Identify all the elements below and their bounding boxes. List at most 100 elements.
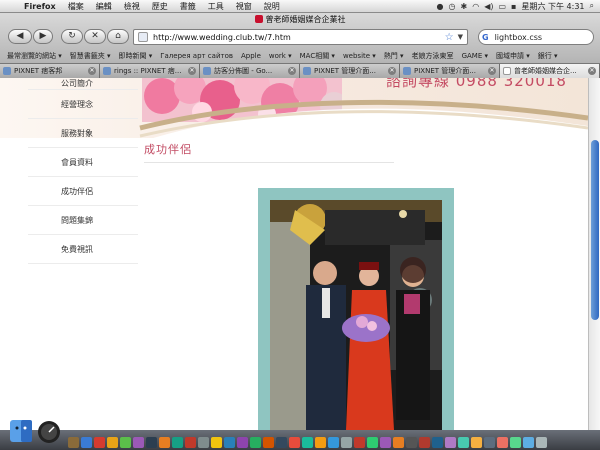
tab-pixnet[interactable]: PIXNET 痞客邦 ✕ — [0, 64, 100, 78]
url-dropdown-icon[interactable]: ▼ — [458, 33, 463, 41]
nav-members[interactable]: 會員資料 — [28, 148, 138, 177]
dock-app-icon[interactable] — [484, 437, 495, 448]
status-icon[interactable]: ● — [437, 2, 444, 11]
home-button[interactable]: ⌂ — [107, 29, 129, 44]
menu-window[interactable]: 視窗 — [230, 0, 258, 13]
tab-close-icon[interactable]: ✕ — [588, 67, 596, 75]
bookmark-item[interactable]: website ▾ — [339, 52, 380, 60]
menu-app-firefox[interactable]: Firefox — [18, 0, 62, 13]
flag-icon[interactable]: ▪ — [511, 2, 516, 11]
bookmark-item[interactable]: 智慧書籤夾 ▾ — [66, 51, 115, 61]
search-engine-google-icon[interactable]: G — [482, 33, 489, 42]
dock-app-icon[interactable] — [302, 437, 313, 448]
bookmark-item[interactable]: 銀行 ▾ — [534, 51, 562, 61]
nav-faq[interactable]: 問題集錦 — [28, 206, 138, 235]
search-bar[interactable]: G lightbox.css — [478, 29, 594, 45]
nav-free-video[interactable]: 免費視訊 — [28, 235, 138, 264]
dashboard-icon[interactable] — [38, 416, 60, 444]
bookmark-item[interactable]: Apple — [237, 52, 265, 60]
bluetooth-icon[interactable]: ✱ — [461, 2, 468, 11]
tab-pixnet-admin-2[interactable]: PIXNET 管理介面... ✕ — [400, 64, 500, 78]
dock-app-icon[interactable] — [211, 437, 222, 448]
nav-about[interactable]: 公司簡介 — [28, 78, 138, 90]
tab-visitor-map[interactable]: 訪客分佈圖 - Go... ✕ — [200, 64, 300, 78]
dock-app-icon[interactable] — [107, 437, 118, 448]
menu-help[interactable]: 說明 — [258, 0, 286, 13]
dock-app-icon[interactable] — [263, 437, 274, 448]
bookmark-item[interactable]: 老娘方泳東室 — [408, 51, 458, 61]
dock-app-icon[interactable] — [276, 437, 287, 448]
nav-success-couples[interactable]: 成功伴侶 — [28, 177, 138, 206]
nav-philosophy[interactable]: 經營理念 — [28, 90, 138, 119]
dock-app-icon[interactable] — [458, 437, 469, 448]
dock-app-icon[interactable] — [68, 437, 79, 448]
bookmark-item[interactable]: 國域申請 ▾ — [492, 51, 534, 61]
tab-close-icon[interactable]: ✕ — [488, 67, 496, 75]
tab-close-icon[interactable]: ✕ — [288, 67, 296, 75]
scrollbar-thumb[interactable] — [591, 140, 599, 320]
tab-pixnet-admin[interactable]: PIXNET 管理介面... ✕ — [300, 64, 400, 78]
menu-view[interactable]: 檢視 — [118, 0, 146, 13]
bookmark-star-icon[interactable]: ☆ — [445, 32, 454, 43]
vertical-scrollbar[interactable] — [588, 78, 600, 430]
dock-app-icon[interactable] — [198, 437, 209, 448]
couple-photo[interactable] — [270, 200, 442, 430]
forward-button[interactable]: ▶ — [33, 29, 53, 44]
tab-close-icon[interactable]: ✕ — [88, 67, 96, 75]
tab-wedding-club[interactable]: 曾老師婚姻媒合企... ✕ — [500, 64, 600, 78]
volume-icon[interactable]: ◀) — [484, 2, 493, 11]
time-machine-icon[interactable]: ◷ — [449, 2, 456, 11]
search-query[interactable]: lightbox.css — [495, 33, 542, 42]
bookmark-item[interactable]: 最常瀏覽的網站 ▾ — [3, 51, 66, 61]
dock-app-icon[interactable] — [471, 437, 482, 448]
tab-close-icon[interactable]: ✕ — [188, 67, 196, 75]
dock-app-icon[interactable] — [341, 437, 352, 448]
dock-app-icon[interactable] — [250, 437, 261, 448]
menu-history[interactable]: 歷史 — [146, 0, 174, 13]
dock-app-icon[interactable] — [81, 437, 92, 448]
tab-close-icon[interactable]: ✕ — [388, 67, 396, 75]
address-bar[interactable]: http://www.wedding.club.tw/7.htm ☆ ▼ — [133, 29, 468, 45]
dock-app-icon[interactable] — [159, 437, 170, 448]
menu-edit[interactable]: 編輯 — [90, 0, 118, 13]
tab-rings[interactable]: rings :: PIXNET 痞... ✕ — [100, 64, 200, 78]
menu-tools[interactable]: 工具 — [202, 0, 230, 13]
back-button[interactable]: ◀ — [8, 29, 32, 44]
bookmark-item[interactable]: work ▾ — [265, 52, 296, 60]
dock-app-icon[interactable] — [237, 437, 248, 448]
dock-app-icon[interactable] — [510, 437, 521, 448]
dock-app-icon[interactable] — [354, 437, 365, 448]
dock-app-icon[interactable] — [419, 437, 430, 448]
dock-app-icon[interactable] — [367, 437, 378, 448]
battery-icon[interactable]: ▭ — [498, 2, 506, 11]
bookmark-item[interactable]: Галерея арт сайтов — [156, 52, 237, 60]
dock-app-icon[interactable] — [289, 437, 300, 448]
dock-app-icon[interactable] — [224, 437, 235, 448]
dock-app-icon[interactable] — [133, 437, 144, 448]
menubar-clock[interactable]: 星期六 下午 4:31 — [521, 1, 584, 12]
dock-app-icon[interactable] — [497, 437, 508, 448]
stop-button[interactable]: ✕ — [84, 29, 106, 44]
reload-button[interactable]: ↻ — [61, 29, 83, 44]
dock-app-icon[interactable] — [380, 437, 391, 448]
trash-icon[interactable] — [536, 437, 547, 448]
dock-app-icon[interactable] — [328, 437, 339, 448]
dock-app-icon[interactable] — [315, 437, 326, 448]
dock-app-icon[interactable] — [94, 437, 105, 448]
menu-file[interactable]: 檔案 — [62, 0, 90, 13]
menu-bookmarks[interactable]: 書籤 — [174, 0, 202, 13]
bookmark-item[interactable]: 即時新聞 ▾ — [115, 51, 157, 61]
bookmark-item[interactable]: GAME ▾ — [458, 52, 492, 60]
dock-app-icon[interactable] — [146, 437, 157, 448]
dock-app-icon[interactable] — [445, 437, 456, 448]
dock-app-icon[interactable] — [185, 437, 196, 448]
dock-app-icon[interactable] — [406, 437, 417, 448]
dock-app-icon[interactable] — [523, 437, 534, 448]
address-url[interactable]: http://www.wedding.club.tw/7.htm — [153, 33, 445, 42]
wifi-icon[interactable]: ◠ — [472, 2, 479, 11]
spotlight-icon[interactable]: ⌕ — [590, 1, 594, 11]
dock-app-icon[interactable] — [432, 437, 443, 448]
dock-app-icon[interactable] — [393, 437, 404, 448]
finder-icon[interactable] — [10, 416, 32, 444]
dock-app-icon[interactable] — [172, 437, 183, 448]
